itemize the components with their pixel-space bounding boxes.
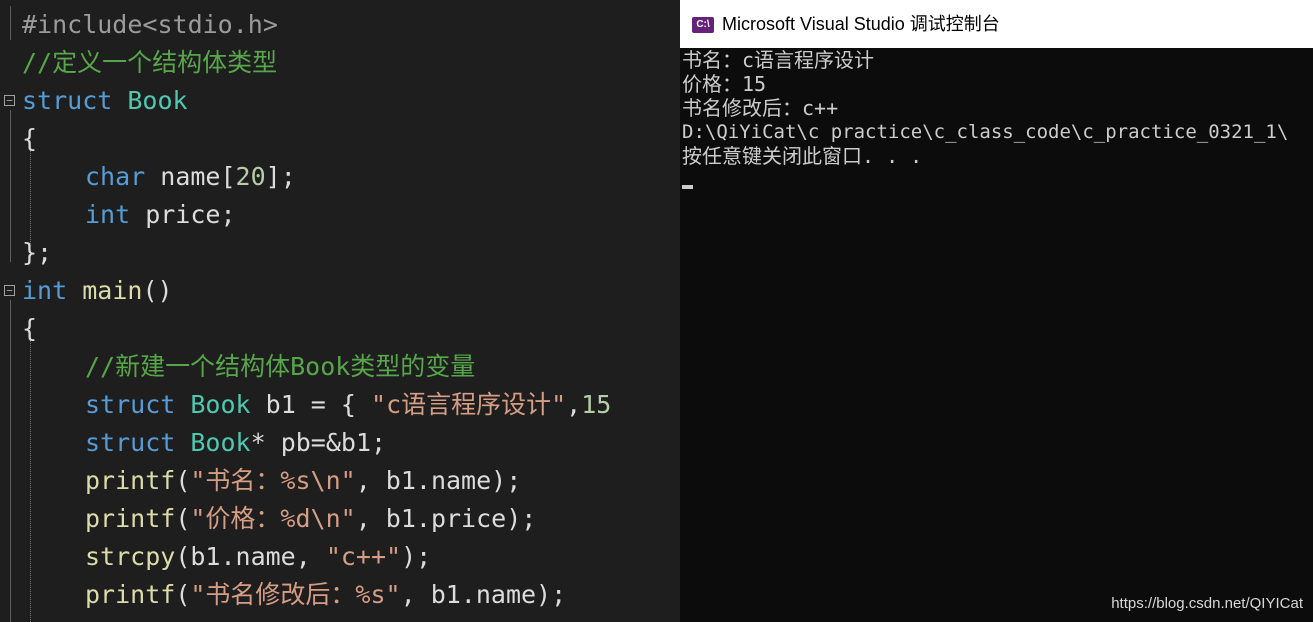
code-token: "书名修改后：%s"	[190, 580, 401, 609]
code-editor[interactable]: − − #include<stdio.h>//定义一个结构体类型 struct B…	[0, 0, 680, 622]
code-line[interactable]: {	[0, 310, 680, 348]
code-token: int	[85, 200, 131, 229]
code-token: (	[175, 466, 191, 495]
code-token: };	[22, 238, 53, 267]
code-token: 15	[581, 390, 612, 419]
console-output-line: 书名修改后：c++	[682, 96, 839, 120]
code-token: ,	[566, 390, 582, 419]
code-token: printf	[85, 466, 176, 495]
debug-console-window[interactable]: C:\ Microsoft Visual Studio 调试控制台 书名：c语言…	[680, 0, 1313, 622]
code-text: //定义一个结构体类型	[22, 44, 277, 82]
code-token: "书名：%s\n"	[190, 466, 356, 495]
code-text: //新建一个结构体Book类型的变量	[85, 348, 475, 386]
console-title: Microsoft Visual Studio 调试控制台	[722, 14, 1000, 34]
code-text: #include<stdio.h>	[22, 6, 278, 44]
code-token: );	[401, 542, 432, 571]
code-token: ()	[142, 276, 173, 305]
code-line[interactable]: #include<stdio.h>	[0, 6, 680, 44]
console-output-line: 按任意键关闭此窗口. . .	[682, 144, 923, 168]
code-token: price;	[130, 200, 236, 229]
code-token: {	[22, 124, 38, 153]
code-token: int	[22, 276, 68, 305]
code-text: };	[22, 234, 52, 272]
code-token: //定义一个结构体类型	[22, 48, 278, 77]
watermark: https://blog.csdn.net/QIYICat	[1111, 595, 1303, 612]
code-token: "价格：%d\n"	[190, 504, 356, 533]
code-text: {	[22, 310, 37, 348]
code-token: strcpy	[85, 542, 176, 571]
code-line[interactable]: };	[0, 234, 680, 272]
code-line[interactable]: int price;	[0, 196, 680, 234]
code-token: struct	[85, 428, 176, 457]
console-output-line: 价格：15	[682, 72, 767, 96]
code-line[interactable]: strcpy(b1.name, "c++");	[0, 538, 680, 576]
code-token: (	[175, 504, 191, 533]
code-token: 20	[235, 162, 266, 191]
code-token: #include<stdio.h>	[22, 10, 278, 39]
code-text: char name[20];	[85, 158, 296, 196]
code-token: printf	[85, 504, 176, 533]
code-text: struct Book	[22, 82, 188, 120]
code-token: (	[175, 580, 191, 609]
code-text: struct Book b1 = { "c语言程序设计",15	[85, 386, 611, 424]
code-line[interactable]: {	[0, 120, 680, 158]
console-output-line: 书名：c语言程序设计	[682, 48, 875, 72]
code-text: int price;	[85, 196, 236, 234]
code-line[interactable]: //定义一个结构体类型	[0, 44, 680, 82]
code-text: {	[22, 120, 37, 158]
code-token: struct	[85, 390, 176, 419]
code-token: //新建一个结构体Book类型的变量	[85, 352, 476, 381]
console-cursor	[682, 185, 693, 189]
code-token: ];	[265, 162, 296, 191]
code-text: struct Book* pb=&b1;	[85, 424, 386, 462]
console-title-bar[interactable]: C:\ Microsoft Visual Studio 调试控制台	[680, 0, 1313, 48]
code-line[interactable]: printf("价格：%d\n", b1.price);	[0, 500, 680, 538]
code-token: , b1.name);	[355, 466, 522, 495]
code-token: b1 = {	[250, 390, 372, 419]
code-text: int main()	[22, 272, 173, 310]
code-text: strcpy(b1.name, "c++");	[85, 538, 431, 576]
code-token: printf	[85, 580, 176, 609]
code-token: , b1.name);	[400, 580, 567, 609]
code-token: main	[82, 276, 143, 305]
code-token: * pb=&b1;	[250, 428, 387, 457]
code-line[interactable]: printf("书名：%s\n", b1.name);	[0, 462, 680, 500]
code-line[interactable]: char name[20];	[0, 158, 680, 196]
code-line[interactable]: int main()	[0, 272, 680, 310]
code-line[interactable]: //新建一个结构体Book类型的变量	[0, 348, 680, 386]
code-token: , b1.price);	[355, 504, 537, 533]
code-text: printf("价格：%d\n", b1.price);	[85, 500, 536, 538]
code-text: printf("书名修改后：%s", b1.name);	[85, 576, 566, 614]
code-text: printf("书名：%s\n", b1.name);	[85, 462, 521, 500]
code-token: Book	[190, 428, 251, 457]
code-token: {	[22, 314, 38, 343]
visual-studio-console-icon: C:\	[692, 17, 714, 33]
console-output-line: D:\QiYiCat\c practice\c_class_code\c_pra…	[682, 121, 1289, 143]
code-token: name[	[145, 162, 236, 191]
code-token: "c++"	[325, 542, 402, 571]
code-line[interactable]: printf("书名修改后：%s", b1.name);	[0, 576, 680, 614]
code-token: "c语言程序设计"	[371, 390, 567, 419]
code-token: struct	[22, 86, 113, 115]
code-line[interactable]: struct Book b1 = { "c语言程序设计",15	[0, 386, 680, 424]
code-line[interactable]: struct Book* pb=&b1;	[0, 424, 680, 462]
code-token: Book	[190, 390, 251, 419]
code-line[interactable]: struct Book	[0, 82, 680, 120]
code-token: Book	[127, 86, 188, 115]
code-token: char	[85, 162, 146, 191]
code-token: (b1.name,	[175, 542, 326, 571]
